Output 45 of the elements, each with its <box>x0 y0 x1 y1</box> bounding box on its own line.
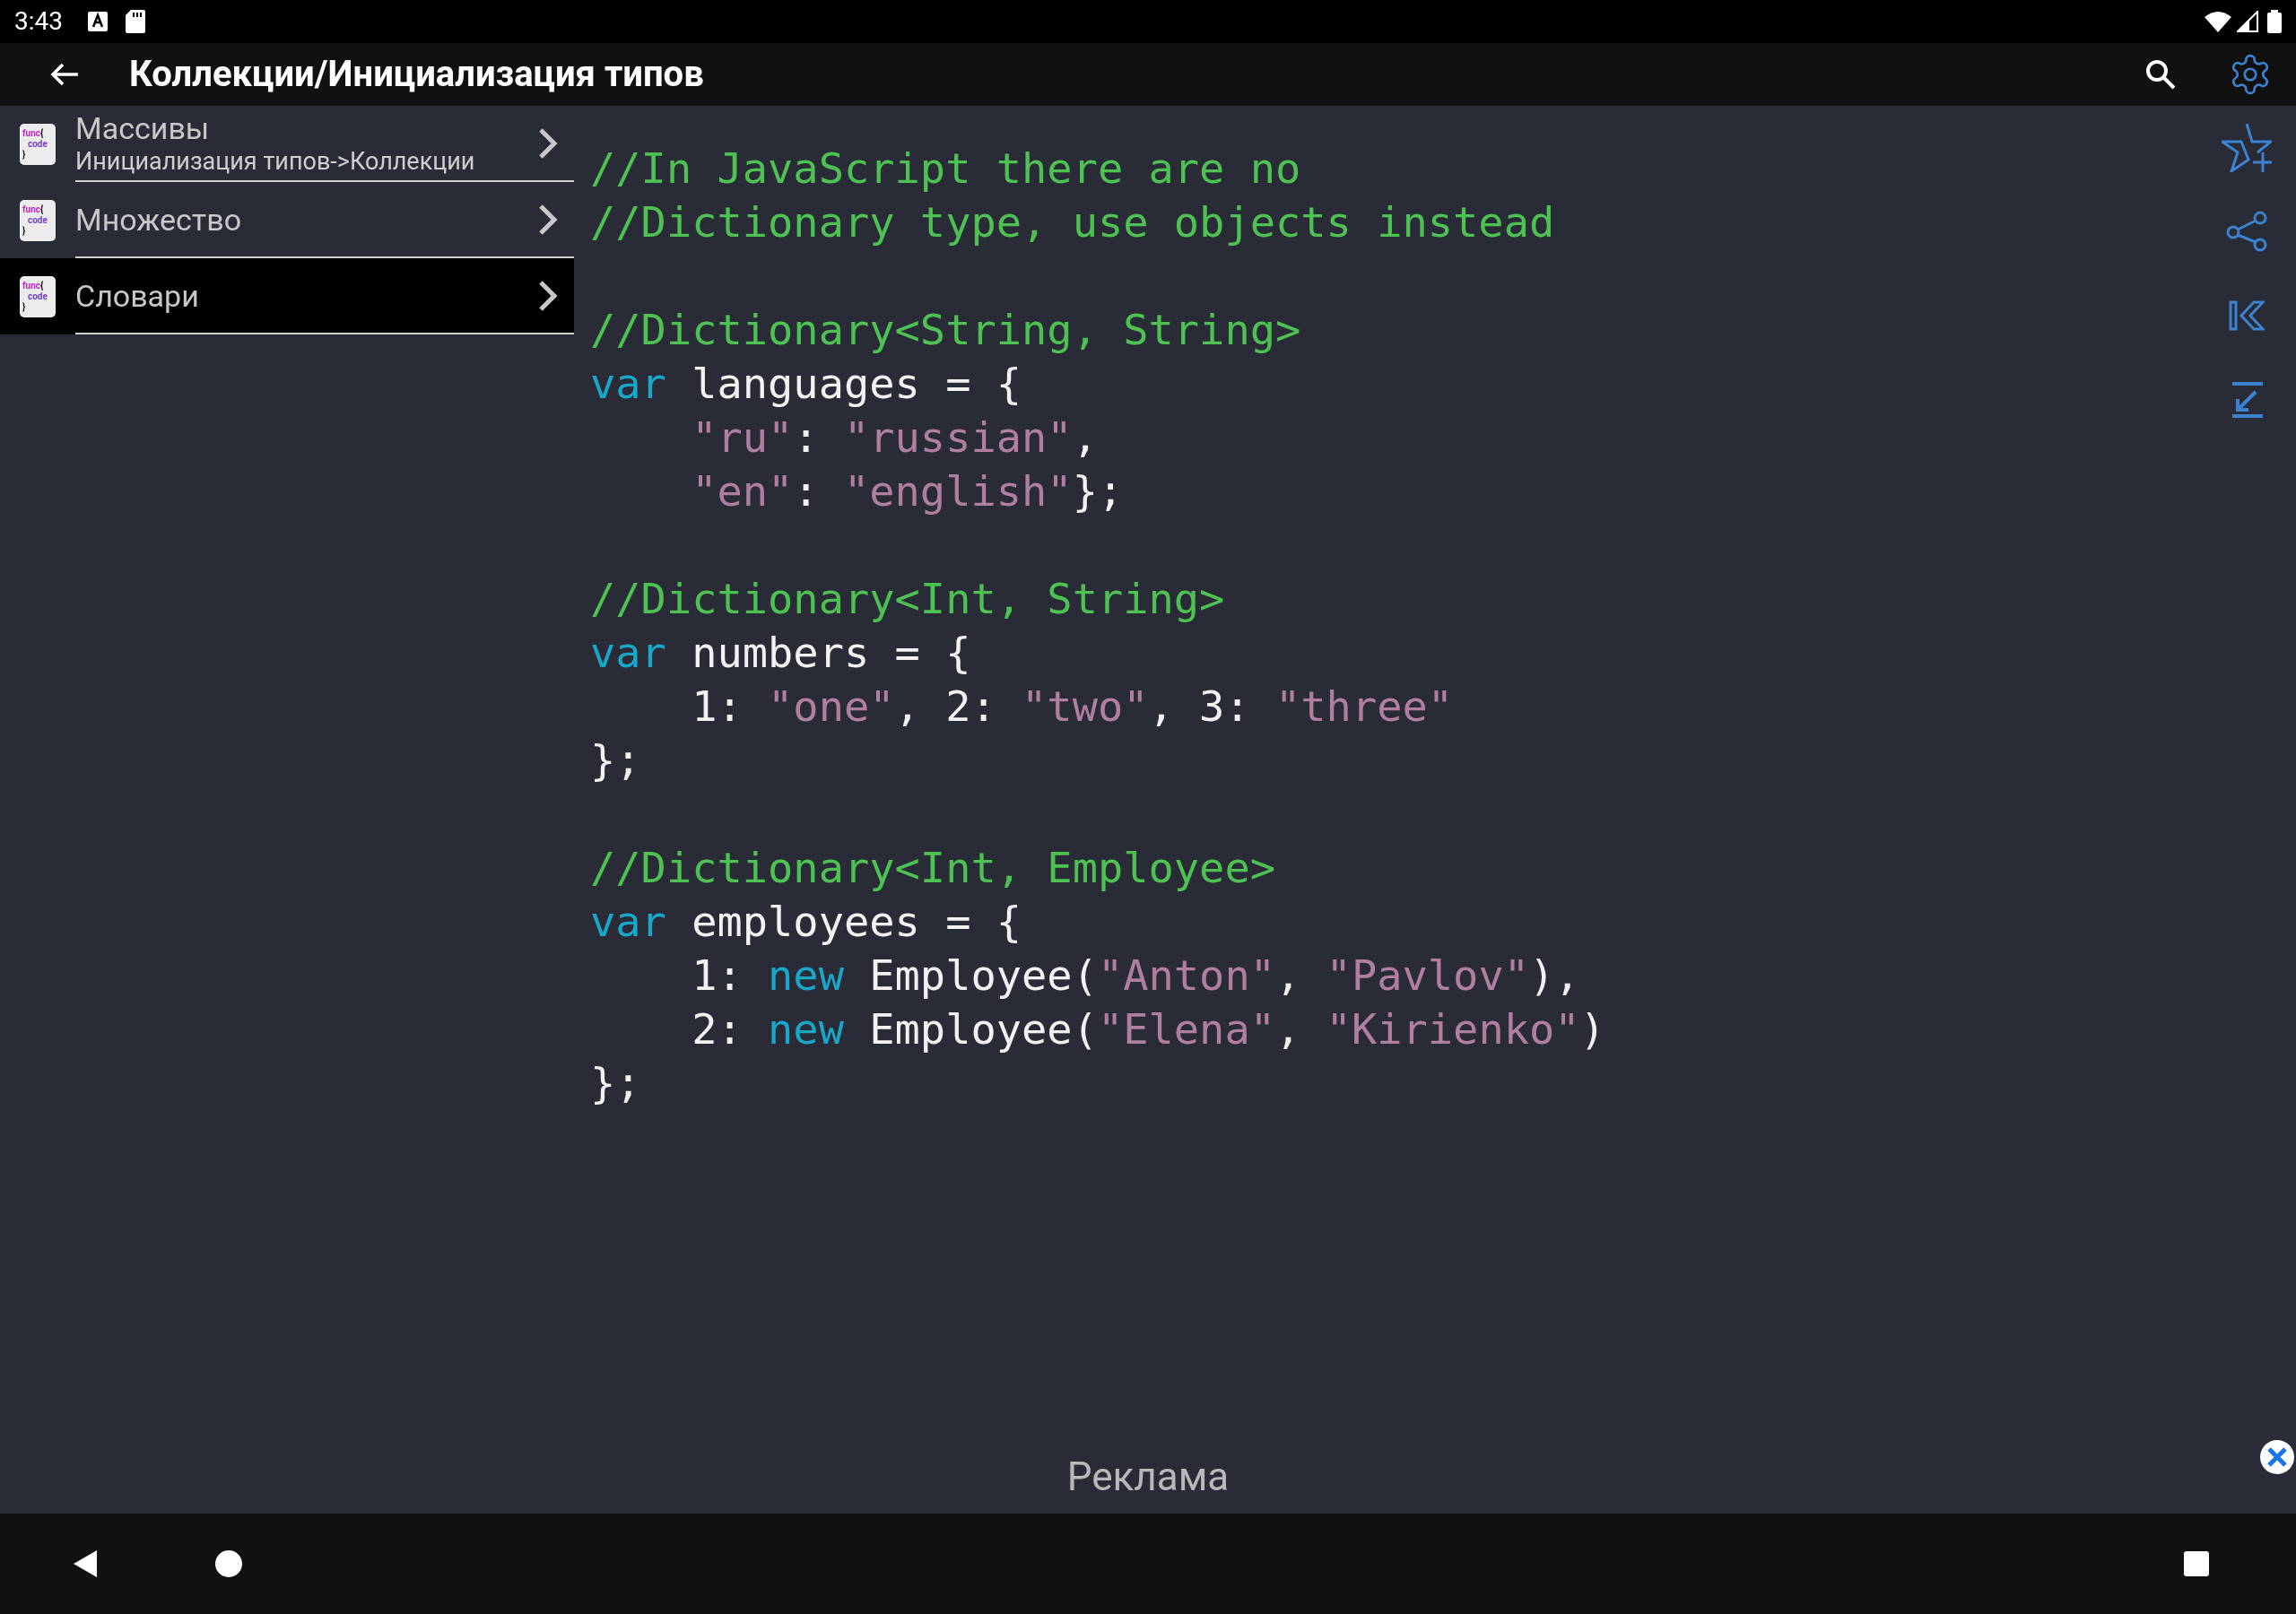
search-icon <box>2144 58 2177 91</box>
sidebar-item[interactable]: func{ code } Массивы Инициализация типов->Коллекции <box>0 106 574 182</box>
star-plus-icon <box>2222 122 2272 172</box>
close-ad-button[interactable] <box>2260 1440 2294 1474</box>
code-line: var languages = { <box>590 358 1022 410</box>
code-line: var numbers = { <box>590 627 971 679</box>
share-icon <box>2226 211 2267 252</box>
item-title: Множество <box>75 201 242 238</box>
code-line: //Dictionary<String, String> <box>590 304 1301 356</box>
triangle-left-icon <box>73 1549 98 1578</box>
code-line: 1: "one", 2: "two", 3: "three" <box>691 681 1454 733</box>
code-line: "ru": "russian", <box>691 412 1098 464</box>
status-time: 3:43 <box>14 5 63 38</box>
chevron-right-icon <box>538 126 558 160</box>
code-file-icon: func{ code } <box>20 199 56 241</box>
keyboard-a-icon <box>88 12 108 31</box>
skip-to-start-icon <box>2229 300 2265 331</box>
toolbar-title: Коллекции/Инициализация типов <box>129 52 704 97</box>
back-arrow-icon <box>49 62 80 87</box>
wifi-icon <box>2205 11 2231 32</box>
item-title: Словари <box>75 277 199 314</box>
code-line: //Dictionary<Int, Employee> <box>590 842 1275 894</box>
item-subtitle: Инициализация типов->Коллекции <box>75 145 475 177</box>
signal-icon <box>2237 11 2258 32</box>
code-line: var employees = { <box>590 896 1022 948</box>
close-icon <box>2266 1446 2288 1468</box>
chevron-right-icon <box>538 203 558 236</box>
square-icon <box>2184 1551 2209 1576</box>
code-line: "en": "english"}; <box>691 465 1124 517</box>
code-line: //Dictionary<Int, String> <box>590 573 1225 625</box>
item-title: Массивы <box>75 109 210 146</box>
ad-label: Реклама <box>1066 1453 1230 1502</box>
sidebar-item[interactable]: func{ code } Словари <box>0 258 574 334</box>
code-line: 1: new Employee("Anton", "Pavlov"), <box>691 950 1580 1002</box>
code-line: //In JavaScript there are no <box>590 143 1301 195</box>
code-line: }; <box>590 734 641 786</box>
chevron-right-icon <box>538 279 558 312</box>
code-line: //Dictionary type, use objects instead <box>590 196 1555 248</box>
code-file-icon: func{ code } <box>20 123 56 165</box>
code-line: }; <box>590 1057 641 1109</box>
code-file-icon: func{ code } <box>20 275 56 317</box>
sd-card-icon <box>126 10 145 33</box>
battery-icon <box>2267 10 2282 33</box>
circle-icon <box>215 1550 242 1577</box>
code-line: 2: new Employee("Elena", "Kirienko") <box>691 1003 1605 1055</box>
